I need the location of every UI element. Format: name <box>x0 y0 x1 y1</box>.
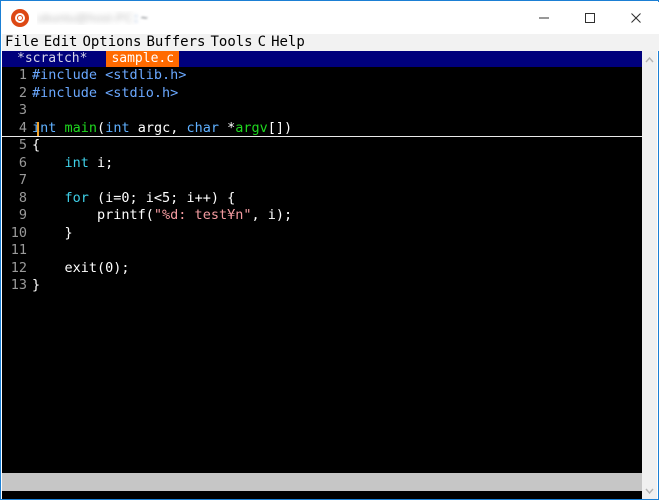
menu-item-buffers[interactable]: Buffers <box>145 34 206 51</box>
code-token: { <box>32 137 41 153</box>
code-line[interactable]: 9 printf("%d: test¥n", i); <box>2 207 642 225</box>
line-number: 2 <box>18 84 27 101</box>
line-number: 12 <box>10 259 27 276</box>
code-token: "%d: test¥n" <box>153 207 252 223</box>
code-line[interactable]: 8 for (i=0; i<5; i++) { <box>2 190 642 208</box>
code-line[interactable]: 2 #include <stdio.h> <box>2 85 642 103</box>
menu-item-edit[interactable]: Edit <box>43 34 79 51</box>
code-token: int <box>64 154 89 171</box>
code-token: argv <box>235 119 268 136</box>
buffer-tab-samplec[interactable]: sample.c <box>106 51 180 67</box>
code-token: #include <box>32 84 106 101</box>
window-title-user: ubuntu@host-PC <box>37 11 134 25</box>
echo-area[interactable] <box>2 491 642 499</box>
emacs-frame: *scratch* sample.c 1 #include <stdlib.h> 2 #… <box>2 51 642 499</box>
vertical-scrollbar[interactable] <box>640 51 657 499</box>
code-token: * <box>219 119 236 136</box>
code-token: ( <box>97 119 106 136</box>
code-token: printf( <box>32 207 154 223</box>
window-controls <box>521 2 659 34</box>
line-number: 5 <box>18 137 27 153</box>
code-token: int <box>105 119 130 136</box>
code-line[interactable]: 5{ <box>2 137 642 155</box>
code-token: []) <box>267 119 293 136</box>
code-line[interactable]: 10 } <box>2 225 642 243</box>
line-number: 3 <box>18 102 27 118</box>
ubuntu-terminal-icon <box>11 9 29 27</box>
mode-line: -UU-:**--F1 sample.c All (4,0) (C/l Helm… <box>2 473 642 491</box>
line-number: 7 <box>18 172 27 188</box>
code-line-text: } <box>32 277 40 293</box>
code-buffer[interactable]: 1 #include <stdlib.h> 2 #include <stdio.h> 3… <box>2 67 642 471</box>
code-line[interactable]: 7 <box>2 172 642 190</box>
line-number: 4 <box>18 119 27 136</box>
code-token: char <box>186 119 219 136</box>
code-line-text: printf("%d: test¥n", i); <box>32 207 292 223</box>
window-title-separator: : <box>134 11 138 25</box>
screenshot-root: ubuntu@host-PC : ~ File Edit Options Buffer… <box>0 0 659 500</box>
code-line-text: for (i=0; i<5; i++) { <box>32 189 236 206</box>
window-title-bar[interactable]: ubuntu@host-PC : ~ <box>2 2 659 34</box>
code-line[interactable]: 13} <box>2 277 642 295</box>
close-icon[interactable] <box>613 2 659 34</box>
code-line-text: #include <stdlib.h> <box>32 67 186 83</box>
window-title: ubuntu@host-PC : ~ <box>37 11 521 25</box>
line-number: 9 <box>18 207 27 223</box>
application-window: ubuntu@host-PC : ~ File Edit Options Buffer… <box>0 0 659 500</box>
code-token: (i=0; i<5; i++) { <box>88 189 236 206</box>
menu-bar[interactable]: File Edit Options Buffers Tools C Help <box>2 34 659 51</box>
text-cursor <box>37 121 39 137</box>
code-line[interactable]: 1 #include <stdlib.h> <box>2 67 642 85</box>
minimize-icon[interactable] <box>521 2 567 34</box>
code-token: int <box>32 119 57 136</box>
code-token: #include <box>32 67 106 83</box>
line-number: 13 <box>10 277 27 293</box>
code-line-text: } <box>32 225 73 241</box>
menu-item-help[interactable]: Help <box>270 34 306 51</box>
code-line-text: #include <stdio.h> <box>32 85 178 101</box>
buffer-tab-bar[interactable]: *scratch* sample.c <box>2 51 642 67</box>
code-token: for <box>64 189 89 206</box>
code-token: main <box>64 119 98 136</box>
code-line[interactable]: 11 <box>2 242 642 260</box>
code-line[interactable]: 4 int main(int argc, char *argv[]) <box>2 120 642 138</box>
menu-item-file[interactable]: File <box>4 34 40 51</box>
menu-item-options[interactable]: Options <box>81 34 142 51</box>
code-token: i; <box>88 154 114 171</box>
window-title-path: ~ <box>140 11 148 25</box>
line-number: 11 <box>10 242 27 258</box>
chevron-down-icon[interactable] <box>641 482 657 499</box>
code-token: , i); <box>251 207 293 223</box>
line-number: 8 <box>18 189 27 206</box>
code-token: } <box>32 224 73 241</box>
line-number: 1 <box>18 67 27 83</box>
chevron-up-icon[interactable] <box>641 51 657 68</box>
code-line[interactable]: 3 <box>2 102 642 120</box>
menu-item-tools[interactable]: Tools <box>209 34 253 51</box>
line-number: 6 <box>18 154 27 171</box>
menu-item-c[interactable]: C <box>257 34 267 51</box>
code-line[interactable]: 12 exit(0); <box>2 260 642 278</box>
line-number: 10 <box>10 224 27 241</box>
code-token: <stdlib.h> <box>105 67 187 83</box>
code-token: } <box>32 277 41 293</box>
code-line-text: exit(0); <box>32 260 130 276</box>
code-token: <stdio.h> <box>105 84 179 101</box>
code-line-text: int main(int argc, char *argv[]) <box>32 120 292 136</box>
maximize-icon[interactable] <box>567 2 613 34</box>
code-token: exit(0); <box>32 259 130 276</box>
buffer-tab-scratch[interactable]: *scratch* <box>12 51 92 67</box>
code-line[interactable]: 6 int i; <box>2 155 642 173</box>
code-line-text: { <box>32 137 40 153</box>
code-line-text: int i; <box>32 154 114 171</box>
code-token: argc, <box>129 119 187 136</box>
